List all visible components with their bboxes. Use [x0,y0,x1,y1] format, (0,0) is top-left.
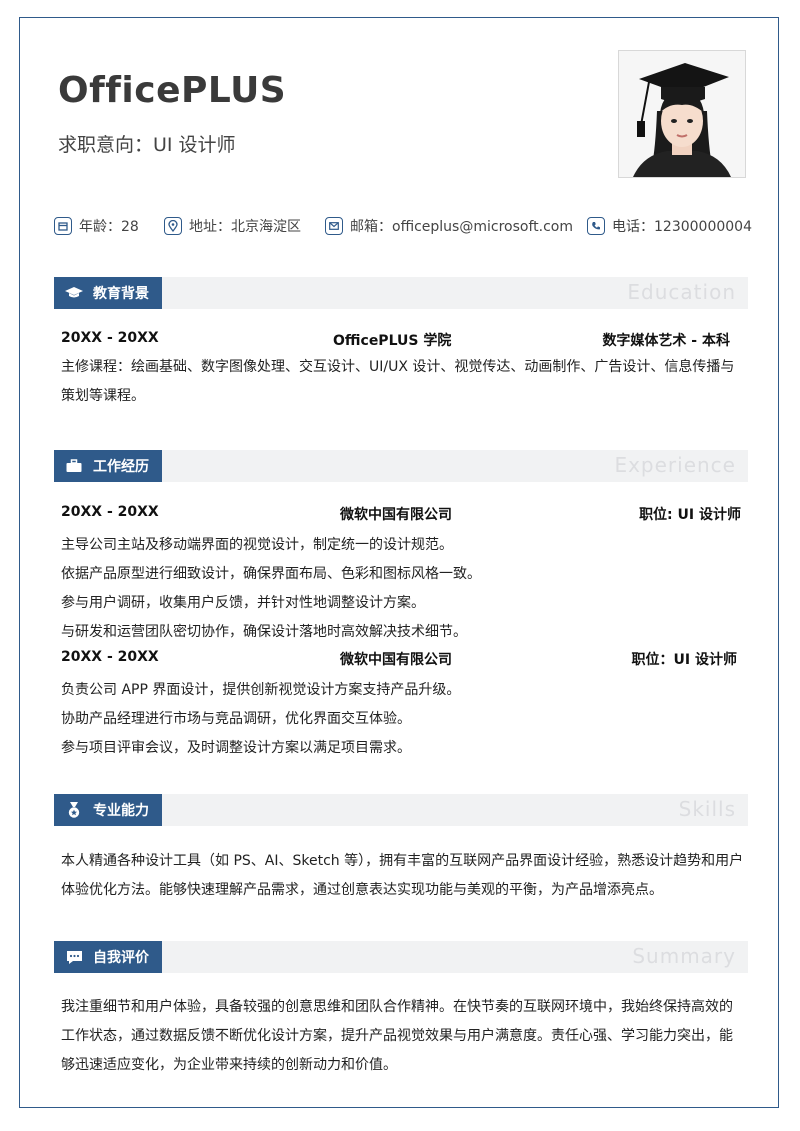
job-duty: 参与用户调研，收集用户反馈，并针对性地调整设计方案。 [61,595,425,611]
briefcase-icon [65,457,83,475]
section-en-label: Education [627,280,736,304]
section-title-text: 自我评价 [93,950,149,966]
section-summary-title: 自我评价 [54,941,162,973]
chat-bubble-icon [65,948,83,966]
medal-icon [65,801,83,819]
profile-photo [618,50,746,178]
calendar-icon [54,217,72,235]
section-skills: 专业能力 Skills [54,794,748,826]
job-duty: 负责公司 APP 界面设计，提供创新视觉设计方案支持产品升级。 [61,682,461,698]
job-company: 微软中国有限公司 [340,652,452,668]
job-duty: 参与项目评审会议，及时调整设计方案以满足项目需求。 [61,740,411,756]
education-major: 数字媒体艺术 - 本科 [602,333,730,349]
education-period: 20XX - 20XX [61,330,159,346]
job-duty: 主导公司主站及移动端界面的视觉设计，制定统一的设计规范。 [61,537,453,553]
section-en-label: Skills [678,797,736,821]
section-summary: 自我评价 Summary [54,941,748,973]
email-text: 邮箱：officeplus@microsoft.com [350,219,573,235]
job-duty: 协助产品经理进行市场与竞品调研，优化界面交互体验。 [61,711,411,727]
contact-row: 年龄：28 地址：北京海淀区 邮箱：officeplus@microsoft.c… [54,214,754,238]
age-text: 年龄：28 [79,219,139,235]
contact-age: 年龄：28 [54,214,139,238]
education-row: 20XX - 20XX OfficePLUS 学院 数字媒体艺术 - 本科 [61,330,741,352]
section-title-text: 工作经历 [93,459,149,475]
mail-icon [325,217,343,235]
job-duty: 依据产品原型进行细致设计，确保界面布局、色彩和图标风格一致。 [61,566,481,582]
address-text: 地址：北京海淀区 [189,219,301,235]
graduation-cap-icon [65,284,83,302]
skills-text: 本人精通各种设计工具（如 PS、AI、Sketch 等），拥有丰富的互联网产品界… [61,853,744,898]
section-en-label: Experience [614,453,736,477]
job-company: 微软中国有限公司 [340,507,452,523]
contact-phone: 电话：12300000004 [587,214,752,238]
section-experience-title: 工作经历 [54,450,162,482]
contact-email: 邮箱：officeplus@microsoft.com [325,214,573,238]
education-desc: 主修课程：绘画基础、数字图像处理、交互设计、UI/UX 设计、视觉传达、动画制作… [61,359,735,404]
job-row: 20XX - 20XX 微软中国有限公司 职位：UI 设计师 [61,649,741,671]
candidate-name: OfficePLUS [58,70,287,111]
job-period: 20XX - 20XX [61,649,159,665]
job-intent: 求职意向：UI 设计师 [58,134,236,156]
job-position: 职位: UI 设计师 [639,507,741,523]
section-title-text: 专业能力 [93,803,149,819]
location-icon [164,217,182,235]
contact-address: 地址：北京海淀区 [164,214,301,238]
job-row: 20XX - 20XX 微软中国有限公司 职位: UI 设计师 [61,504,741,526]
section-skills-title: 专业能力 [54,794,162,826]
summary-text: 我注重细节和用户体验，具备较强的创意思维和团队合作精神。在快节奏的互联网环境中，… [61,999,733,1073]
section-title-text: 教育背景 [93,286,149,302]
section-en-label: Summary [632,944,736,968]
job-duty: 与研发和运营团队密切协作，确保设计落地时高效解决技术细节。 [61,624,467,640]
phone-icon [587,217,605,235]
education-school: OfficePLUS 学院 [333,333,452,349]
job-period: 20XX - 20XX [61,504,159,520]
job-position: 职位：UI 设计师 [631,652,737,668]
section-experience: 工作经历 Experience [54,450,748,482]
section-education: 教育背景 Education [54,277,748,309]
phone-text: 电话：12300000004 [612,219,752,235]
section-education-title: 教育背景 [54,277,162,309]
